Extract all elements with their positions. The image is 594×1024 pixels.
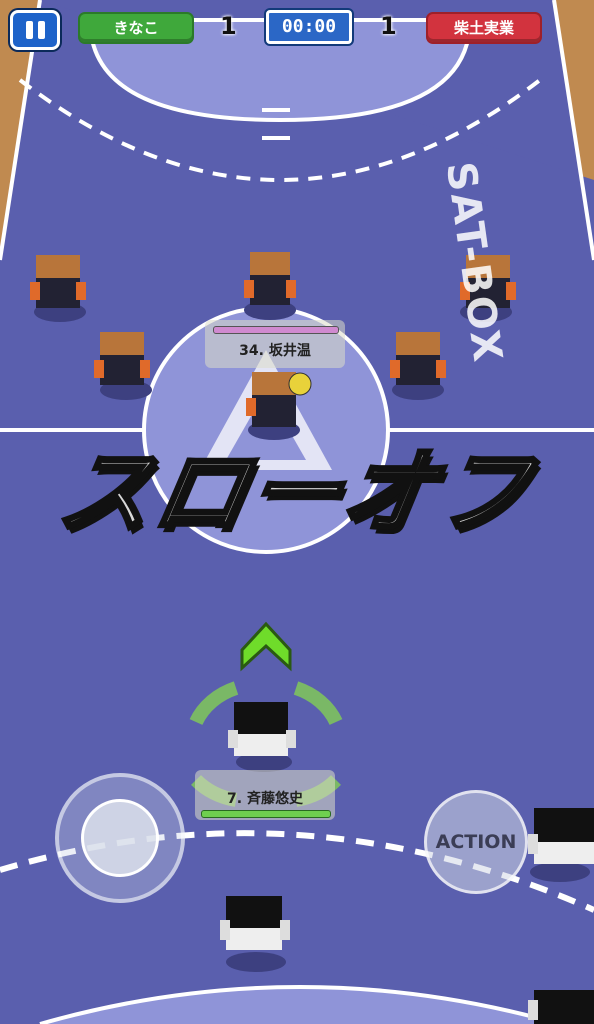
player-name: 7. 斉藤悠史: [227, 791, 303, 807]
match-timer: 00:00: [266, 10, 352, 44]
own-player: [528, 808, 594, 882]
player-name: 34. 坂井温: [239, 343, 311, 359]
pause-button[interactable]: [10, 10, 60, 50]
opponent-player-tag: 34. 坂井温: [205, 320, 345, 368]
action-button[interactable]: ACTION: [424, 790, 528, 894]
own-player: [528, 990, 594, 1024]
score-left: 1: [220, 12, 237, 40]
score-right: 1: [380, 12, 397, 40]
opponent-player: [244, 252, 296, 320]
team-left-name: きなこ: [78, 12, 194, 44]
team-right-name: 柴土実業: [426, 12, 542, 44]
own-player-tag: 7. 斉藤悠史: [195, 770, 335, 820]
opponent-player: [94, 332, 152, 400]
pause-icon: [26, 21, 33, 39]
opponent-player: [390, 332, 446, 400]
virtual-joystick[interactable]: [55, 773, 185, 903]
throw-off-banner: スローオフ: [49, 437, 542, 548]
stamina-bar: [213, 326, 339, 334]
opponent-player: [30, 255, 86, 322]
joystick-knob[interactable]: [81, 799, 159, 877]
own-player: [220, 896, 290, 972]
stamina-bar: [201, 810, 331, 818]
scoreboard: きなこ 1 00:00 1 柴土実業: [0, 8, 594, 50]
